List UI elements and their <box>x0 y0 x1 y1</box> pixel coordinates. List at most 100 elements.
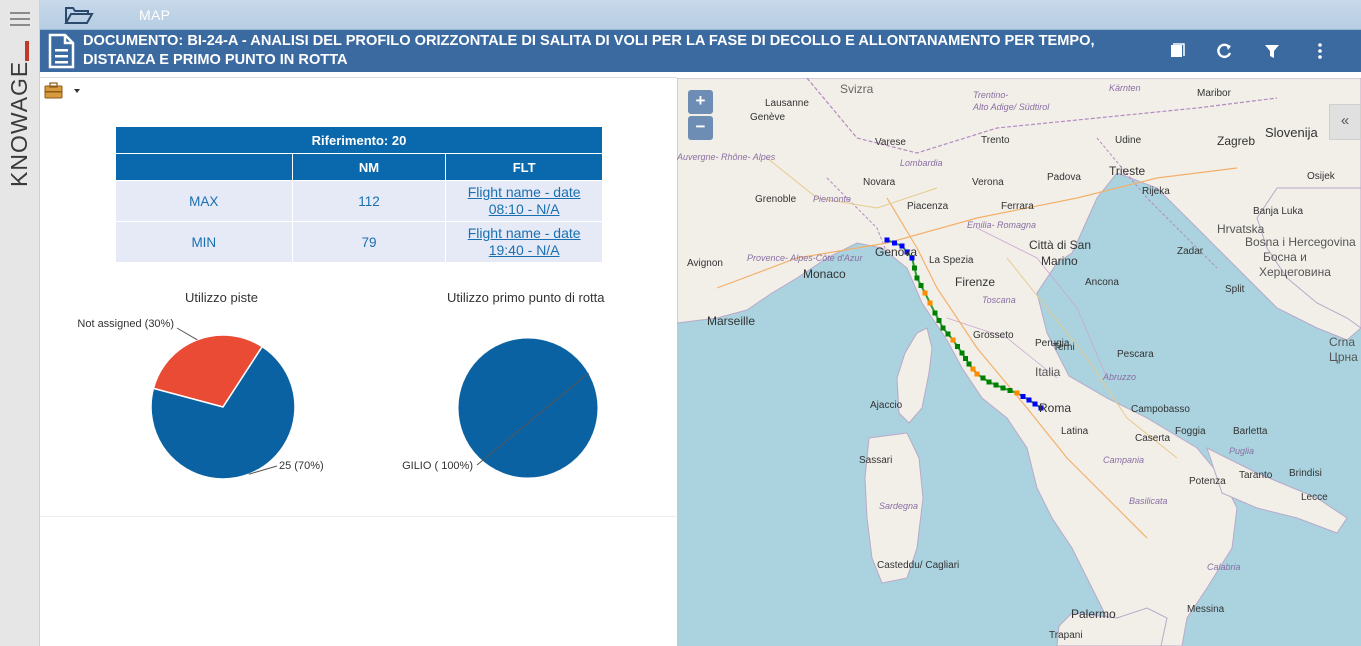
map-place-label: Црна <box>1329 350 1358 364</box>
document-header: DOCUMENTO: BI-24-A - ANALISI DEL PROFILO… <box>40 30 1361 72</box>
folder-open-icon[interactable] <box>64 3 94 27</box>
map-place-label: Auvergne- Rhône- Alpes <box>677 152 776 162</box>
track-point[interactable] <box>914 275 920 281</box>
map-place-label: Varese <box>875 137 906 148</box>
pie-charts: Not assigned (30%) 25 (70%) GILIO ( 100%) <box>77 318 599 480</box>
map-place-label: Caserta <box>1135 433 1171 444</box>
track-point[interactable] <box>940 325 946 331</box>
map-place-label: Padova <box>1047 172 1081 183</box>
map-place-label: Latina <box>1061 426 1089 437</box>
knowage-logo: KNOWAGE <box>6 41 32 187</box>
map-place-label: Basilicata <box>1129 496 1168 506</box>
track-point[interactable] <box>1020 394 1026 399</box>
brand-label: KNOWAGE <box>6 61 32 187</box>
map-place-label: Monaco <box>803 267 846 281</box>
more-vertical-icon[interactable] <box>1309 40 1331 62</box>
map-place-label: Ancona <box>1085 277 1119 288</box>
map-place-label: Genève <box>750 112 786 123</box>
map-place-label: Campania <box>1103 455 1145 465</box>
map-place-label: Marino <box>1041 254 1078 268</box>
map-place-label: Zadar <box>1177 246 1204 257</box>
track-point[interactable] <box>966 361 972 367</box>
track-point[interactable] <box>974 371 980 377</box>
map-place-label: Provence- Alpes-Côte d'Azur <box>747 253 863 263</box>
map-place-label: Novara <box>863 177 896 188</box>
map-place-label: Brindisi <box>1289 468 1322 479</box>
track-point[interactable] <box>932 310 938 316</box>
map-place-label: Bosna i Hercegovina <box>1245 235 1356 249</box>
report-panel: Riferimento: 20 NM FLT MAX 112 Flight na… <box>40 72 677 646</box>
notes-icon[interactable] <box>1166 40 1188 62</box>
map-place-label: Alto Adige/ Südtirol <box>973 102 1050 112</box>
map-place-label: Potenza <box>1189 476 1226 487</box>
map-place-label: Grosseto <box>973 330 1014 341</box>
track-point[interactable] <box>1007 388 1013 393</box>
map-place-label: Messina <box>1187 604 1225 615</box>
map-place-label: Kärnten <box>1109 83 1141 93</box>
refresh-icon[interactable] <box>1213 40 1235 62</box>
map-place-label: Verona <box>972 177 1004 188</box>
map-place-label: Pescara <box>1117 349 1154 360</box>
track-point[interactable] <box>1014 390 1020 396</box>
land-corsica <box>896 327 933 424</box>
menu-icon[interactable] <box>10 12 30 26</box>
map-canvas[interactable] <box>677 78 1361 646</box>
map-place-label: Palermo <box>1071 607 1116 621</box>
track-point[interactable] <box>945 331 951 337</box>
map-place-label: Genova <box>875 245 918 259</box>
track-point[interactable] <box>1032 401 1038 407</box>
track-point[interactable] <box>922 290 928 296</box>
map-place-label: Lecce <box>1301 492 1328 503</box>
track-point[interactable] <box>950 337 956 343</box>
track-point[interactable] <box>1000 385 1006 391</box>
track-point[interactable] <box>927 300 933 306</box>
track-point[interactable] <box>936 318 942 323</box>
filter-icon[interactable] <box>1261 40 1283 62</box>
map-place-label: Barletta <box>1233 426 1268 437</box>
tab-map[interactable]: MAP <box>139 7 170 23</box>
map-place-label: Taranto <box>1239 470 1273 481</box>
map-view[interactable]: + − « Svizra Lausanne Genève Varese Trento Al… <box>677 78 1361 646</box>
pie-slice-label: GILIO ( 100%) <box>402 460 473 472</box>
pie-slice-label: 25 (70%) <box>279 460 324 472</box>
map-place-label: Lombardia <box>900 158 943 168</box>
tab-bar: MAP <box>40 0 1361 30</box>
map-place-label: Sassari <box>859 455 893 466</box>
track-point[interactable] <box>918 283 924 288</box>
track-point[interactable] <box>912 265 917 271</box>
map-place-label: Piacenza <box>907 201 949 212</box>
map-place-label: Italia <box>1035 365 1061 379</box>
zoom-out-button[interactable]: − <box>688 116 713 140</box>
map-place-label: Roma <box>1039 401 1072 415</box>
map-place-label: Foggia <box>1175 426 1206 437</box>
track-point[interactable] <box>955 344 960 349</box>
map-place-label: Campobasso <box>1131 404 1190 415</box>
map-place-label: Piemonte <box>813 194 852 204</box>
map-place-label: Slovenija <box>1265 125 1318 140</box>
app-root: KNOWAGE MAP DOCUMENTO: BI-24-A - ANALISI… <box>0 0 1361 646</box>
land-mainland <box>677 78 1361 646</box>
map-place-label: Terni <box>1053 342 1075 353</box>
track-point[interactable] <box>959 350 965 356</box>
track-point[interactable] <box>963 356 968 361</box>
panel-collapse-button[interactable]: « <box>1329 104 1361 140</box>
track-point[interactable] <box>1026 397 1032 403</box>
map-place-label: Rijeka <box>1142 186 1170 197</box>
track-point[interactable] <box>970 366 976 372</box>
track-point[interactable] <box>993 382 999 388</box>
track-point[interactable] <box>884 237 890 243</box>
pie-chart-first-point: GILIO ( 100%) <box>402 337 599 479</box>
pie-slice-label: Not assigned (30%) <box>77 318 174 330</box>
track-point[interactable] <box>986 379 992 385</box>
map-place-label: Calabria <box>1207 562 1241 572</box>
map-place-label: Udine <box>1115 135 1142 146</box>
map-place-label: Босна и <box>1263 250 1307 264</box>
map-place-label: Svizra <box>840 82 874 96</box>
track-point[interactable] <box>980 375 986 381</box>
divider <box>40 516 677 517</box>
map-place-label: Emilia- Romagna <box>967 220 1037 230</box>
pie-slice[interactable] <box>457 337 599 479</box>
map-place-label: Херцеговина <box>1259 265 1331 279</box>
zoom-in-button[interactable]: + <box>688 90 713 114</box>
map-place-label: Avignon <box>687 258 723 269</box>
